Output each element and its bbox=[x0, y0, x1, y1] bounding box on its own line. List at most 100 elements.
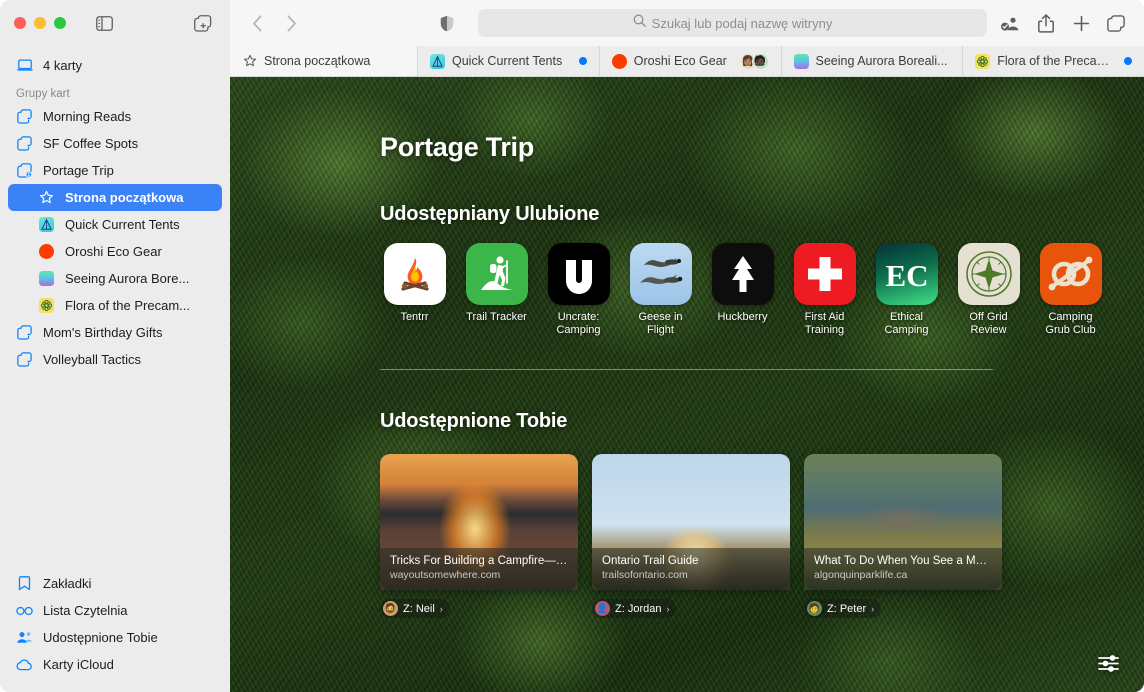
attribution-label: Z: Peter bbox=[827, 602, 867, 615]
tab-label: Quick Current Tents bbox=[452, 54, 563, 68]
sidebar-item-oroshi-eco-gear[interactable]: Oroshi Eco Gear bbox=[8, 238, 222, 265]
minimize-window-button[interactable] bbox=[34, 17, 46, 29]
sidebar-item-label: Seeing Aurora Bore... bbox=[65, 271, 190, 286]
tab-group-icon bbox=[16, 109, 33, 124]
campfire-icon bbox=[383, 243, 446, 305]
sidebar-item-label: Portage Trip bbox=[43, 163, 114, 178]
compass-icon bbox=[957, 243, 1020, 305]
favorite-off-grid-review[interactable]: Off Grid Review bbox=[954, 243, 1023, 336]
sidebar-item-morning-reads[interactable]: Morning Reads bbox=[8, 103, 222, 130]
search-icon bbox=[633, 14, 646, 32]
aurora-favicon-icon bbox=[793, 53, 809, 69]
new-tab-group-icon[interactable] bbox=[190, 12, 216, 34]
back-button[interactable] bbox=[242, 9, 272, 37]
card-attribution-jordan[interactable]: 👤 Z: Jordan › bbox=[592, 599, 677, 618]
sidebar-item-label: Quick Current Tents bbox=[65, 217, 180, 232]
sidebar-item-flora-precambrian[interactable]: Flora of the Precam... bbox=[8, 292, 222, 319]
favorite-uncrate-camping[interactable]: Uncrate: Camping bbox=[544, 243, 613, 336]
new-tab-plus-icon[interactable] bbox=[1069, 11, 1093, 35]
favorite-ethical-camping[interactable]: EC Ethical Camping bbox=[872, 243, 941, 336]
close-window-button[interactable] bbox=[14, 17, 26, 29]
favorite-first-aid-training[interactable]: First Aid Training bbox=[790, 243, 859, 336]
red-cross-icon bbox=[793, 243, 856, 305]
sidebar-item-quick-current-tents[interactable]: Quick Current Tents bbox=[8, 211, 222, 238]
tab-flora-of-the-precambrian[interactable]: Flora of the Precambi... bbox=[963, 46, 1144, 76]
tab-label: Oroshi Eco Gear bbox=[633, 54, 727, 68]
card-attribution-neil[interactable]: 🧔 Z: Neil › bbox=[380, 599, 450, 618]
sidebar-item-moms-birthday-gifts[interactable]: Mom's Birthday Gifts bbox=[8, 319, 222, 346]
card-site: wayoutsomewhere.com bbox=[390, 569, 501, 581]
tab-bar: Strona początkowa Quick Current Tents Or… bbox=[230, 46, 1144, 77]
card-attribution-peter[interactable]: 🧑 Z: Peter › bbox=[804, 599, 882, 618]
sidebar-item-label: Volleyball Tactics bbox=[43, 352, 142, 367]
sidebar-item-strona-poczatkowa[interactable]: Strona początkowa bbox=[8, 184, 222, 211]
browser-toolbar: Szukaj lub podaj nazwę witryny bbox=[230, 0, 1144, 46]
sidebar-item-portage-trip[interactable]: Portage Trip bbox=[8, 157, 222, 184]
sidebar-item-label: Flora of the Precam... bbox=[65, 298, 190, 313]
zoom-window-button[interactable] bbox=[54, 17, 66, 29]
tab-group-icon bbox=[16, 352, 33, 367]
favorite-label: Uncrate: Camping bbox=[556, 311, 601, 336]
favorite-trail-tracker[interactable]: Trail Tracker bbox=[462, 243, 531, 336]
tab-participants: 👩🏽 🧑🏿 bbox=[739, 52, 769, 70]
sidebar-item-tabs-count[interactable]: 4 karty bbox=[8, 52, 222, 79]
sidebar-item-reading-list[interactable]: Lista Czytelnia bbox=[8, 597, 222, 624]
favorite-label: First Aid Training bbox=[804, 311, 845, 336]
sidebar-item-volleyball-tactics[interactable]: Volleyball Tactics bbox=[8, 346, 222, 373]
sidebar-item-label: Karty iCloud bbox=[43, 657, 114, 672]
sidebar-list: 4 karty Grupy kart Morning Reads SF Coff… bbox=[0, 46, 230, 570]
chevron-right-icon: › bbox=[871, 603, 875, 614]
tab-strona-poczatkowa[interactable]: Strona początkowa bbox=[230, 46, 418, 76]
sidebar-item-label: Strona początkowa bbox=[65, 190, 184, 205]
shared-with-you-heading: Udostępnione Tobie bbox=[380, 410, 568, 432]
privacy-shield-icon[interactable] bbox=[432, 9, 462, 37]
card-site: trailsofontario.com bbox=[602, 569, 688, 581]
sidebar-item-icloud-tabs[interactable]: Karty iCloud bbox=[8, 651, 222, 678]
share-icon[interactable] bbox=[1034, 11, 1058, 35]
shared-card-wrapper: What To Do When You See a Moo... algonqu… bbox=[804, 454, 1002, 618]
sidebar-item-label: Mom's Birthday Gifts bbox=[43, 325, 163, 340]
orange-circle-favicon-icon bbox=[38, 244, 55, 259]
favorite-camping-grub-club[interactable]: Camping Grub Club bbox=[1036, 243, 1105, 336]
ec-monogram-icon: EC bbox=[875, 243, 938, 305]
sidebar-item-bookmarks[interactable]: Zakładki bbox=[8, 570, 222, 597]
shared-card-ontario-trail[interactable]: Ontario Trail Guide trailsofontario.com bbox=[592, 454, 790, 590]
sidebar-item-sf-coffee-spots[interactable]: SF Coffee Spots bbox=[8, 130, 222, 157]
sidebar-toolbar bbox=[0, 0, 230, 46]
letter-u-icon bbox=[547, 243, 610, 305]
hiker-icon bbox=[465, 243, 528, 305]
sidebar-item-shared-with-you[interactable]: Udostępnione Tobie bbox=[8, 624, 222, 651]
tab-overview-icon[interactable] bbox=[1104, 11, 1128, 35]
address-search-field[interactable]: Szukaj lub podaj nazwę witryny bbox=[478, 9, 987, 37]
card-site: algonquinparklife.ca bbox=[814, 569, 908, 581]
forward-button[interactable] bbox=[276, 9, 306, 37]
card-title: Ontario Trail Guide bbox=[602, 555, 699, 567]
laptop-icon bbox=[16, 59, 33, 72]
tent-favicon-icon bbox=[430, 53, 445, 69]
tab-group-icon bbox=[16, 136, 33, 151]
reading-list-icon bbox=[16, 606, 33, 616]
shared-card-moose[interactable]: What To Do When You See a Moo... algonqu… bbox=[804, 454, 1002, 590]
page-title: Portage Trip bbox=[380, 132, 534, 162]
avatar: 🧑🏿 bbox=[751, 52, 769, 70]
cg-monogram-icon bbox=[1039, 243, 1102, 305]
svg-text:EC: EC bbox=[885, 258, 928, 293]
favorite-geese-in-flight[interactable]: Geese in Flight bbox=[626, 243, 695, 336]
shared-card-campfire[interactable]: Tricks For Building a Campfire—F... wayo… bbox=[380, 454, 578, 590]
flower-favicon-icon bbox=[38, 298, 55, 313]
tab-oroshi-eco-gear[interactable]: Oroshi Eco Gear 👩🏽 🧑🏿 bbox=[599, 46, 782, 76]
favorite-tentrr[interactable]: Tentrr bbox=[380, 243, 449, 336]
start-page-settings-icon[interactable] bbox=[1090, 649, 1126, 677]
favorite-label: Camping Grub Club bbox=[1045, 311, 1096, 336]
sidebar-item-seeing-aurora[interactable]: Seeing Aurora Bore... bbox=[8, 265, 222, 292]
tab-seeing-aurora-borealis[interactable]: Seeing Aurora Boreali... bbox=[781, 46, 964, 76]
card-title: Tricks For Building a Campfire—F... bbox=[390, 555, 568, 567]
aurora-favicon-icon bbox=[38, 271, 55, 286]
sidebar-toggle-icon[interactable] bbox=[91, 12, 117, 34]
attribution-label: Z: Neil bbox=[403, 602, 435, 615]
browser-pane: Szukaj lub podaj nazwę witryny Strona po… bbox=[230, 0, 1144, 692]
favorite-huckberry[interactable]: Huckberry bbox=[708, 243, 777, 336]
sidebar-item-label: SF Coffee Spots bbox=[43, 136, 139, 151]
share-group-icon[interactable] bbox=[999, 11, 1023, 35]
tab-quick-current-tents[interactable]: Quick Current Tents bbox=[418, 46, 600, 76]
